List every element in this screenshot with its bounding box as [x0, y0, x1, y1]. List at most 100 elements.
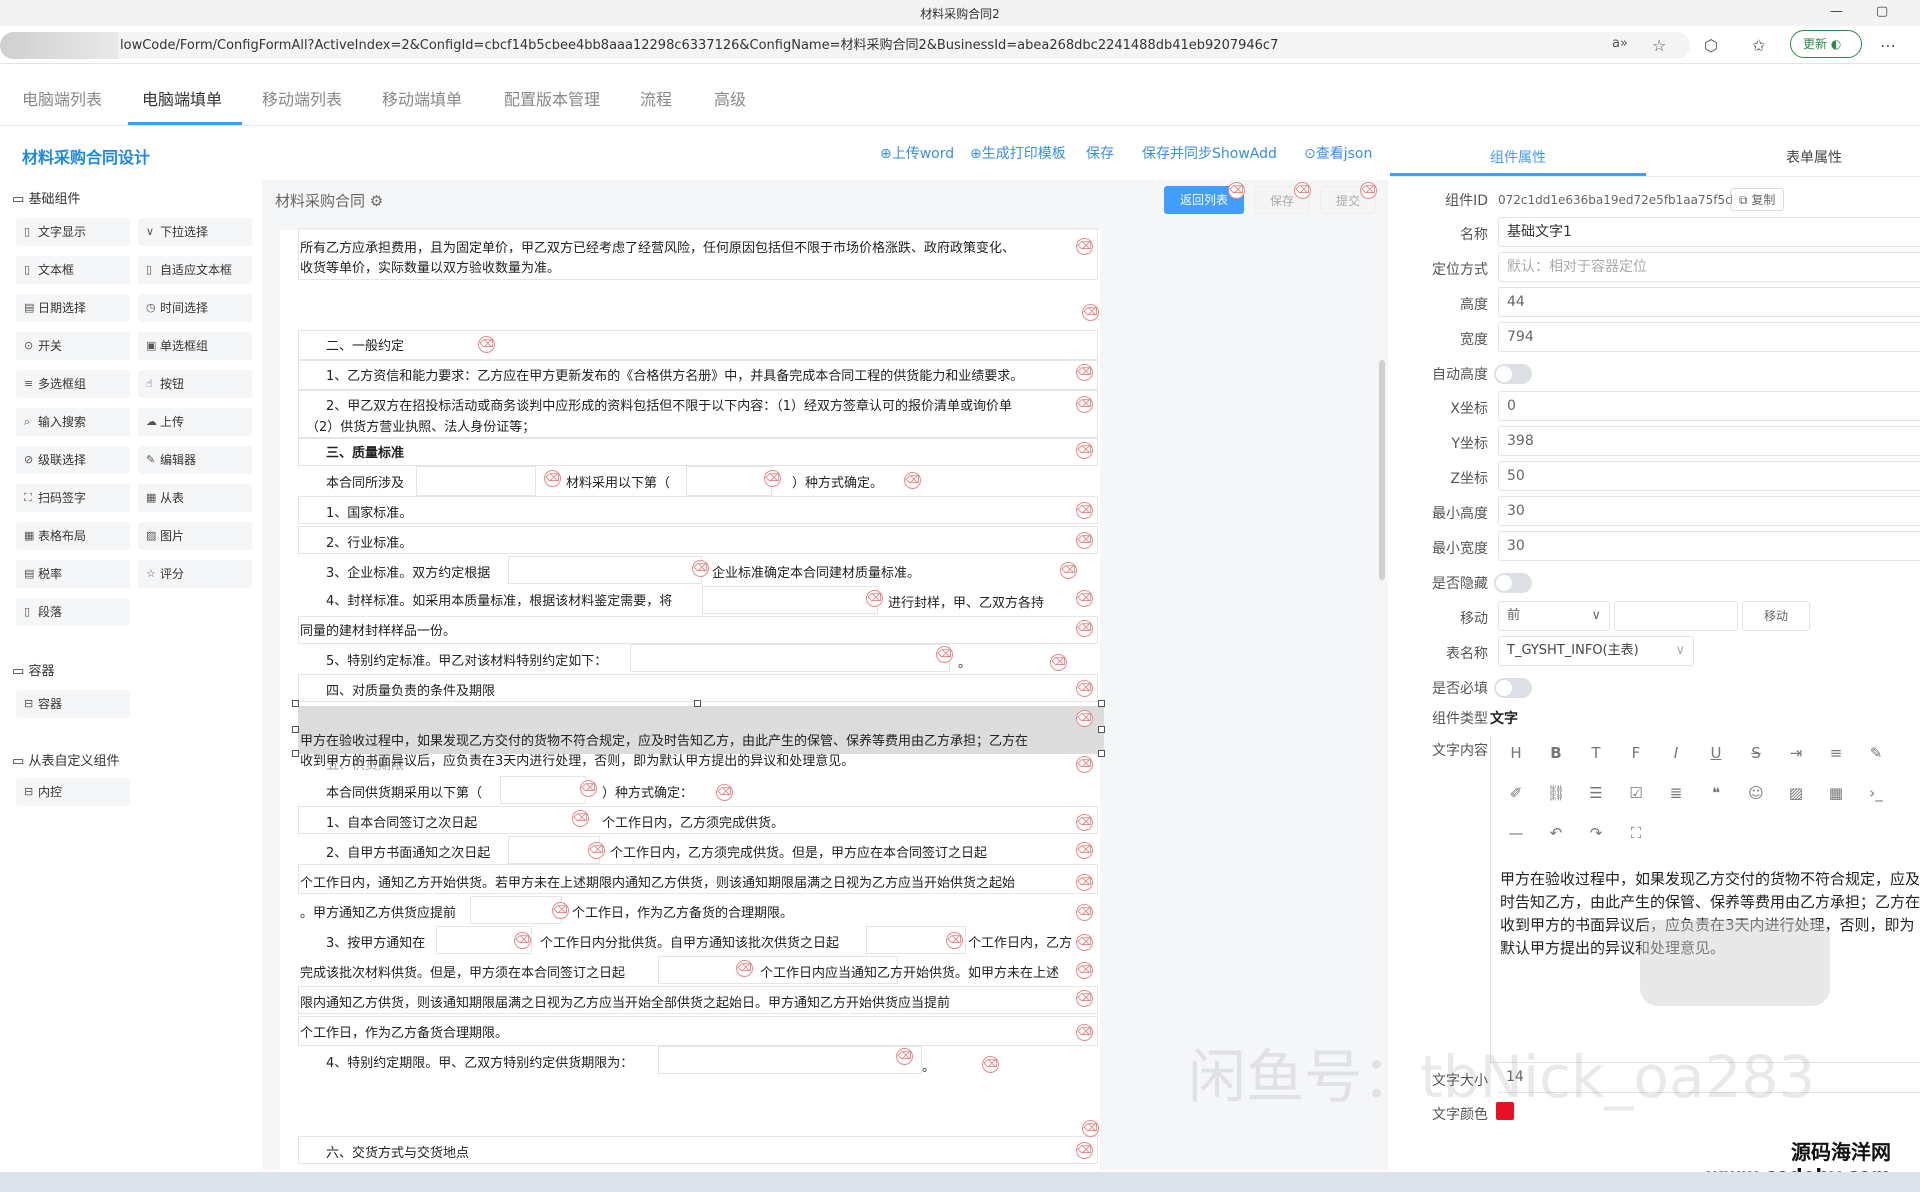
comp-search-input[interactable]: ⌕ 输入搜索 [16, 408, 130, 436]
comp-checkbox-group[interactable]: ≡ 多选框组 [16, 370, 130, 398]
comp-paragraph[interactable]: ▯ 段落 [16, 598, 130, 626]
code-icon[interactable]: ›_ [1864, 784, 1888, 802]
comp-textbox[interactable]: ▯ 文本框 [16, 256, 130, 284]
italic-icon[interactable]: I [1664, 744, 1688, 762]
input-field[interactable] [508, 556, 702, 584]
tab-advanced[interactable]: 高级 [714, 86, 746, 110]
height-input[interactable]: 44 [1498, 287, 1920, 317]
input-field[interactable] [702, 586, 878, 614]
tab-version[interactable]: 配置版本管理 [504, 86, 600, 110]
delete-icon[interactable]: ⌫ [1076, 934, 1093, 951]
heading-icon[interactable]: H [1504, 744, 1528, 762]
tab-mobile-list[interactable]: 移动端列表 [262, 86, 342, 110]
save-sync-button[interactable]: 保存并同步ShowAdd [1142, 143, 1277, 163]
bulleted-list-icon[interactable]: ☰ [1584, 784, 1608, 802]
delete-icon[interactable]: ⌫ [1076, 814, 1093, 831]
delete-icon[interactable]: ⌫ [1076, 590, 1093, 607]
comp-text-display[interactable]: ▯ 文字显示 [16, 218, 130, 246]
delete-icon[interactable]: ⌫ [1076, 842, 1093, 859]
redo-icon[interactable]: ↷ [1584, 824, 1608, 842]
delete-icon[interactable]: ⌫ [1076, 620, 1093, 637]
delete-icon[interactable]: ⌫ [1294, 182, 1311, 199]
gen-print-template-button[interactable]: ⊕生成打印模板 [970, 143, 1066, 163]
y-input[interactable]: 398 [1498, 426, 1920, 456]
delete-icon[interactable]: ⌫ [1228, 182, 1245, 199]
required-switch[interactable] [1494, 678, 1532, 698]
comp-table-layout[interactable]: ▦ 表格布局 [16, 522, 130, 550]
palette-group-basic[interactable]: ▭ 基础组件 [12, 188, 80, 207]
comp-radio-group[interactable]: ▣ 单选框组 [138, 332, 252, 360]
auto-height-switch[interactable] [1494, 364, 1532, 384]
bold-icon[interactable]: B [1544, 744, 1568, 762]
input-field[interactable] [630, 644, 950, 672]
favorite-star-icon[interactable]: ☆ [1652, 36, 1666, 55]
favorites-icon[interactable]: ✩ [1752, 36, 1765, 55]
emoji-icon[interactable]: ☺ [1744, 784, 1768, 802]
text-block-frame[interactable] [298, 330, 1098, 360]
upload-word-button[interactable]: ⊕上传word [880, 143, 954, 163]
comp-upload[interactable]: ☁ 上传 [138, 408, 252, 436]
comp-button[interactable]: ☝ 按钮 [138, 370, 252, 398]
undo-icon[interactable]: ↶ [1544, 824, 1568, 842]
delete-icon[interactable]: ⌫ [478, 336, 495, 353]
delete-icon[interactable]: ⌫ [1076, 990, 1093, 1007]
divider-icon[interactable]: — [1504, 824, 1528, 842]
fullscreen-icon[interactable]: ⛶ [1624, 824, 1648, 842]
delete-icon[interactable]: ⌫ [1076, 238, 1093, 255]
tab-form-props[interactable]: 表单属性 [1786, 147, 1842, 167]
link-icon[interactable]: ⛓ [1544, 784, 1568, 802]
input-field[interactable] [500, 776, 586, 804]
delete-icon[interactable]: ⌫ [1050, 654, 1067, 671]
palette-group-container[interactable]: ▭ 容器 [12, 660, 54, 679]
tab-flow[interactable]: 流程 [640, 86, 672, 110]
comp-image[interactable]: ▨ 图片 [138, 522, 252, 550]
input-field[interactable] [416, 466, 536, 496]
delete-icon[interactable]: ⌫ [1076, 1024, 1093, 1041]
todo-icon[interactable]: ☑ [1624, 784, 1648, 802]
resize-handle[interactable] [1098, 750, 1105, 757]
min-width-input[interactable]: 30 [1498, 531, 1920, 561]
delete-icon[interactable]: ⌫ [1076, 442, 1093, 459]
delete-icon[interactable]: ⌫ [764, 470, 781, 487]
resize-handle[interactable] [1098, 700, 1105, 707]
font-size-icon[interactable]: T [1584, 744, 1608, 762]
move-button[interactable]: 移动 [1742, 601, 1810, 631]
resize-handle[interactable] [694, 700, 701, 707]
copy-id-button[interactable]: ⧉ 复制 [1730, 188, 1785, 211]
comp-scan-sign[interactable]: ⛶ 扫码签字 [16, 484, 130, 512]
url-input[interactable]: lowCode/Form/ConfigFormAll?ActiveIndex=2… [0, 32, 1690, 59]
update-button[interactable]: 更新 ◐ [1790, 30, 1862, 58]
comp-container[interactable]: ⊟ 容器 [16, 690, 130, 718]
delete-icon[interactable]: ⌫ [946, 932, 963, 949]
quote-icon[interactable]: ❝ [1704, 784, 1728, 802]
width-input[interactable]: 794 [1498, 322, 1920, 352]
x-input[interactable]: 0 [1498, 391, 1920, 421]
delete-icon[interactable]: ⌫ [716, 784, 733, 801]
strikethrough-icon[interactable]: S [1744, 744, 1768, 762]
comp-date[interactable]: ▤ 日期选择 [16, 294, 130, 322]
save-button[interactable]: 保存 [1086, 143, 1114, 163]
delete-icon[interactable]: ⌫ [1076, 364, 1093, 381]
delete-icon[interactable]: ⌫ [1076, 710, 1093, 727]
minimize-icon[interactable]: — [1830, 4, 1843, 19]
extensions-icon[interactable]: ⬡ [1704, 36, 1718, 55]
delete-icon[interactable]: ⌫ [866, 590, 883, 607]
comp-select[interactable]: ∨ 下拉选择 [138, 218, 252, 246]
tab-mobile-form[interactable]: 移动端填单 [382, 86, 462, 110]
delete-icon[interactable]: ⌫ [1076, 904, 1093, 921]
comp-internal-control[interactable]: ⊟ 内控 [16, 778, 130, 806]
more-icon[interactable]: ⋯ [1880, 36, 1896, 55]
table-icon[interactable]: ▦ [1824, 784, 1848, 802]
text-block-frame[interactable] [298, 496, 1098, 524]
font-family-icon[interactable]: F [1624, 744, 1648, 762]
read-aloud-icon[interactable]: a» [1612, 36, 1628, 51]
position-select[interactable]: 默认：相对于容器定位 [1498, 252, 1920, 282]
move-select[interactable]: 前 ∨ [1498, 601, 1610, 631]
delete-icon[interactable]: ⌫ [1076, 1142, 1093, 1159]
delete-icon[interactable]: ⌫ [588, 842, 605, 859]
delete-icon[interactable]: ⌫ [1076, 756, 1093, 773]
comp-time[interactable]: ◷ 时间选择 [138, 294, 252, 322]
delete-icon[interactable]: ⌫ [1060, 562, 1077, 579]
delete-icon[interactable]: ⌫ [544, 470, 561, 487]
name-input[interactable]: 基础文字1 [1498, 217, 1920, 247]
